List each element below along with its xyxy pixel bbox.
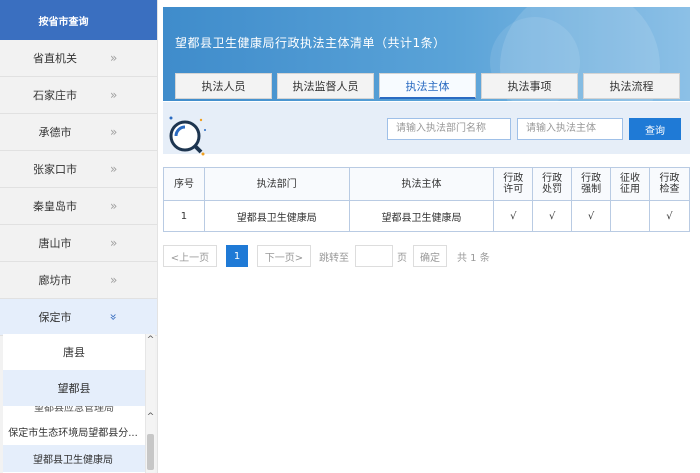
tab-subjects[interactable]: 执法主体 — [379, 73, 476, 99]
col-index: 序号 — [163, 167, 205, 201]
sidebar-item-label: 省直机关 — [33, 52, 77, 65]
org-list-scrollbar[interactable]: ^ — [145, 406, 155, 473]
pagination: <上一页 1 下一页> 跳转至 页 确定 共 1 条 — [163, 245, 490, 267]
jump-confirm-button[interactable]: 确定 — [413, 245, 447, 267]
table-row: 1 望都县卫生健康局 望都县卫生健康局 √ √ √ √ — [163, 200, 691, 232]
chevron-right-icon: » — [110, 125, 118, 139]
sidebar-item-label: 石家庄市 — [33, 89, 77, 102]
sidebar-item-label: 秦皇岛市 — [33, 200, 77, 213]
county-item-tangxian[interactable]: 唐县 — [3, 334, 155, 370]
subject-search-input[interactable]: 请输入执法主体 — [517, 118, 623, 140]
col-subject: 执法主体 — [348, 167, 495, 201]
sidebar-item-label: 唐山市 — [38, 237, 72, 250]
scroll-up-icon[interactable]: ^ — [146, 334, 155, 346]
cell-inspection: √ — [648, 200, 691, 232]
sidebar-item-provincial[interactable]: 省直机关 » — [0, 40, 157, 77]
scroll-up-icon[interactable]: ^ — [146, 406, 155, 428]
col-dept: 执法部门 — [203, 167, 350, 201]
org-item-emergency[interactable]: 望都县应急管理局 — [3, 406, 155, 418]
chevron-right-icon: » — [110, 199, 118, 213]
jump-page-input[interactable] — [355, 245, 393, 267]
tab-matters[interactable]: 执法事项 — [481, 73, 578, 99]
cell-dept: 望都县卫生健康局 — [203, 200, 350, 232]
col-enforcement: 行政 强制 — [571, 167, 612, 201]
county-list-scrollbar[interactable]: ^ — [145, 334, 155, 406]
chevron-right-icon: » — [110, 236, 118, 250]
sidebar-item-langfang[interactable]: 廊坊市 » — [0, 262, 157, 299]
page-number-button[interactable]: 1 — [226, 245, 248, 267]
tab-supervisors[interactable]: 执法监督人员 — [277, 73, 374, 99]
county-item-wangdu[interactable]: 望都县 — [3, 370, 155, 406]
sidebar-item-chengde[interactable]: 承德市 » — [0, 114, 157, 151]
sidebar: 按省市查询 省直机关 » 石家庄市 » 承德市 » 张家口市 » 秦皇岛市 » … — [0, 0, 158, 473]
sidebar-item-label: 张家口市 — [33, 163, 77, 176]
org-item-ecology[interactable]: 保定市生态环境局望都县分... — [3, 418, 155, 445]
sidebar-item-shijiazhuang[interactable]: 石家庄市 » — [0, 77, 157, 114]
chevron-right-icon: » — [110, 88, 118, 102]
sidebar-item-zhangjiakou[interactable]: 张家口市 » — [0, 151, 157, 188]
chevron-right-icon: » — [110, 162, 118, 176]
col-license: 行政 许可 — [493, 167, 534, 201]
cell-license: √ — [493, 200, 534, 232]
chevron-right-icon: » — [110, 51, 118, 65]
col-inspection: 行政 检查 — [648, 167, 691, 201]
scrollbar-thumb[interactable] — [147, 434, 154, 470]
tab-process[interactable]: 执法流程 — [583, 73, 680, 99]
chevron-right-icon: » — [110, 273, 118, 287]
chevron-down-icon: » — [106, 313, 121, 321]
sidebar-item-label: 廊坊市 — [38, 274, 72, 287]
search-bar: 请输入执法部门名称 请输入执法主体 查询 — [163, 102, 690, 156]
sidebar-header: 按省市查询 — [0, 0, 157, 40]
jump-label: 跳转至 — [319, 252, 349, 264]
cell-enforcement: √ — [571, 200, 612, 232]
cell-index: 1 — [163, 200, 205, 232]
sidebar-item-label: 承德市 — [38, 126, 72, 139]
page-title: 望都县卫生健康局行政执法主体清单（共计1条） — [175, 36, 446, 50]
tab-personnel[interactable]: 执法人员 — [175, 73, 272, 99]
sidebar-item-qinhuangdao[interactable]: 秦皇岛市 » — [0, 188, 157, 225]
prev-page-button[interactable]: <上一页 — [163, 245, 217, 267]
page-unit-label: 页 — [397, 252, 407, 264]
subjects-table: 序号 执法部门 执法主体 行政 许可 行政 处罚 行政 强制 征收 征用 行政 … — [163, 167, 691, 232]
county-list: 唐县 望都县 ^ — [3, 334, 155, 406]
col-penalty: 行政 处罚 — [532, 167, 573, 201]
table-header-row: 序号 执法部门 执法主体 行政 许可 行政 处罚 行政 强制 征收 征用 行政 … — [163, 167, 691, 201]
cell-penalty: √ — [532, 200, 573, 232]
sidebar-item-label: 保定市 — [38, 311, 72, 324]
cell-requisition — [610, 200, 650, 232]
total-count: 共 1 条 — [457, 252, 490, 264]
next-page-button[interactable]: 下一页> — [257, 245, 311, 267]
sidebar-item-tangshan[interactable]: 唐山市 » — [0, 225, 157, 262]
magnifier-icon — [169, 116, 206, 156]
tab-bar: 执法人员 执法监督人员 执法主体 执法事项 执法流程 — [175, 73, 690, 99]
sidebar-item-baoding[interactable]: 保定市 » — [0, 299, 157, 336]
org-item-health[interactable]: 望都县卫生健康局 — [3, 445, 155, 472]
dept-search-input[interactable]: 请输入执法部门名称 — [387, 118, 511, 140]
search-button[interactable]: 查询 — [629, 118, 681, 140]
col-requisition: 征收 征用 — [610, 167, 650, 201]
org-list: 望都县应急管理局 保定市生态环境局望都县分... 望都县卫生健康局 ^ — [3, 406, 155, 473]
cell-subject: 望都县卫生健康局 — [348, 200, 495, 232]
